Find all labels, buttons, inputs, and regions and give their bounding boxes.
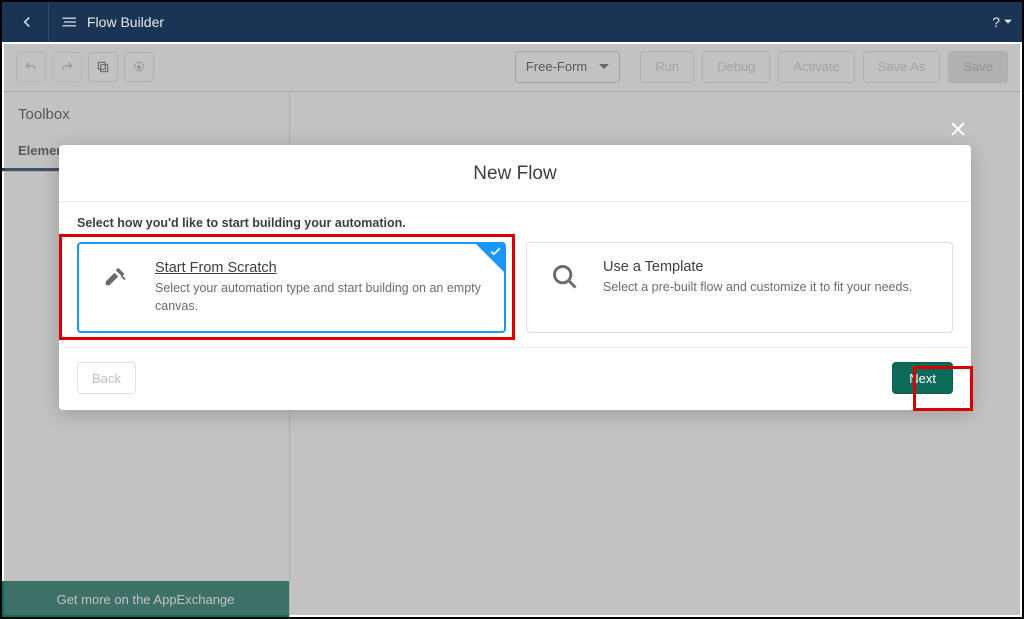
flow-builder-icon [61, 15, 79, 29]
option-title: Start From Scratch [155, 260, 486, 276]
help-button[interactable]: ? [992, 14, 1012, 30]
option-start-from-scratch[interactable]: Start From Scratch Select your automatio… [77, 242, 506, 333]
option-desc: Select your automation type and start bu… [155, 280, 486, 315]
modal-footer: Back Next [59, 347, 971, 410]
back-button[interactable]: Back [77, 362, 136, 394]
hammer-icon [97, 260, 137, 315]
app-title: Flow Builder [87, 14, 164, 30]
help-label: ? [992, 14, 1000, 30]
search-icon [545, 259, 585, 316]
check-icon [489, 245, 502, 263]
option-desc: Select a pre-built flow and customize it… [603, 279, 934, 297]
new-flow-modal: New Flow Select how you'd like to start … [59, 145, 971, 410]
modal-title: New Flow [59, 145, 971, 201]
next-button[interactable]: Next [892, 362, 953, 394]
option-use-template[interactable]: Use a Template Select a pre-built flow a… [526, 242, 953, 333]
app-header: Flow Builder ? [2, 2, 1022, 42]
header-divider [48, 2, 49, 42]
back-arrow-button[interactable] [12, 13, 42, 31]
option-title: Use a Template [603, 259, 934, 275]
close-modal-button[interactable] [948, 119, 968, 144]
modal-prompt: Select how you'd like to start building … [77, 216, 953, 230]
